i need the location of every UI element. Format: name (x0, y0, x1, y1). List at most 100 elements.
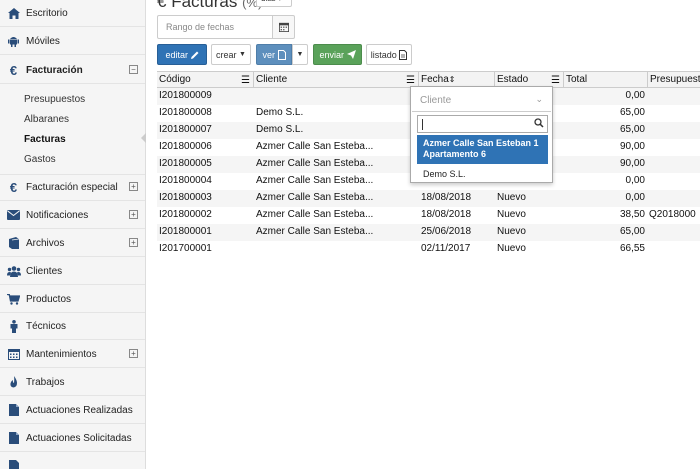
pencil-icon (190, 51, 199, 59)
column-menu-icon[interactable]: ☰ (551, 75, 560, 86)
sidebar-item-notificaciones[interactable]: Notificaciones + (0, 202, 145, 229)
document-icon (277, 49, 286, 60)
euro-icon: € (9, 62, 18, 78)
cell-cliente: Demo S.L. (256, 107, 304, 118)
expand-icon[interactable]: + (129, 238, 138, 247)
table-row[interactable]: I201800002 Azmer Calle San Esteba... 18/08… (157, 207, 700, 224)
cell-codigo: I201700001 (159, 243, 212, 254)
client-search-input[interactable] (417, 115, 548, 133)
cell-estado: Nuevo (497, 192, 526, 203)
cell-codigo: I201800001 (159, 226, 212, 237)
submenu-item-albaranes[interactable]: Albaranes (24, 114, 69, 125)
cell-codigo: I201800009 (159, 90, 212, 101)
cell-codigo: I201800005 (159, 158, 212, 169)
cell-codigo: I201800002 (159, 209, 212, 220)
cell-codigo: I201800006 (159, 141, 212, 152)
text-cursor (422, 119, 423, 130)
sort-icon[interactable]: ⇕ (449, 75, 456, 84)
sidebar-item-archivos[interactable]: Archivos + (0, 230, 145, 257)
column-header-presupuesto[interactable]: Presupuesto (648, 72, 700, 89)
column-header-codigo[interactable]: Código ☰ (157, 72, 254, 89)
cell-cliente: Azmer Calle San Esteba... (256, 175, 374, 186)
cell-cliente: Azmer Calle San Esteba... (256, 226, 374, 237)
column-header-cliente[interactable]: Cliente ☰ (254, 72, 419, 89)
cell-total: 65,00 (619, 107, 645, 118)
view-button[interactable]: ver (256, 44, 292, 65)
home-icon (0, 7, 22, 19)
document-icon (399, 49, 408, 60)
cell-total: 66,55 (619, 243, 645, 254)
sidebar: Escritorio Móviles € Facturación − Presu… (0, 0, 146, 469)
page-title: € Facturas (%) (157, 0, 262, 12)
submenu-item-facturas[interactable]: Facturas (24, 134, 66, 145)
expand-icon[interactable]: + (129, 182, 138, 191)
cell-cliente: Azmer Calle San Esteba... (256, 209, 374, 220)
book-icon (0, 237, 22, 249)
column-menu-icon[interactable]: ☰ (241, 75, 250, 86)
client-filter-dropdown: Cliente ⌄ Azmer Calle San Esteban 1 Apar… (410, 86, 553, 183)
expand-icon[interactable]: + (129, 349, 138, 358)
sidebar-item-facturacion-especial[interactable]: € Facturación especial + (0, 174, 145, 201)
cell-codigo: I201800004 (159, 175, 212, 186)
submenu-item-presupuestos[interactable]: Presupuestos (24, 94, 85, 105)
sidebar-item-actuaciones-realizadas[interactable]: Actuaciones Realizadas (0, 397, 145, 424)
cell-fecha: 18/08/2018 (421, 192, 472, 203)
client-option-demo[interactable]: Demo S.L. (417, 166, 548, 181)
document-icon (0, 460, 22, 469)
sidebar-item-productos[interactable]: Productos (0, 286, 145, 313)
calendar-button[interactable] (272, 15, 295, 39)
cell-total: 0,00 (625, 90, 645, 101)
cell-total: 90,00 (619, 141, 645, 152)
document-icon (0, 404, 22, 416)
sidebar-item-clientes[interactable]: Clientes (0, 258, 145, 285)
sidebar-item-mantenimientos[interactable]: Mantenimientos + (0, 341, 145, 368)
column-menu-icon[interactable]: ☰ (406, 75, 415, 86)
cell-total: 0,00 (625, 175, 645, 186)
cell-estado: Nuevo (497, 226, 526, 237)
cell-codigo: I201800007 (159, 124, 212, 135)
create-dropdown[interactable]: crear ▼ (211, 44, 251, 65)
edit-button[interactable]: editar (157, 44, 207, 65)
calendar-icon (278, 22, 289, 32)
cell-cliente: Demo S.L. (256, 124, 304, 135)
client-filter-select[interactable]: Cliente ⌄ (412, 88, 551, 112)
view-dropdown-toggle[interactable]: ▼ (292, 44, 308, 65)
android-icon (0, 35, 22, 47)
calendar-icon (0, 348, 22, 360)
submenu-item-gastos[interactable]: Gastos (24, 154, 56, 165)
caret-down-icon: ▼ (296, 51, 304, 58)
paper-plane-icon (346, 50, 356, 59)
column-header-total[interactable]: Total (564, 72, 648, 89)
date-range-input[interactable]: Rango de fechas (157, 15, 273, 39)
cell-fecha: 18/08/2018 (421, 209, 472, 220)
days-dropdown[interactable]: dias ▾ (256, 0, 292, 7)
cell-fecha: 25/06/2018 (421, 226, 472, 237)
sidebar-item-actuaciones-solicitadas[interactable]: Actuaciones Solicitadas (0, 425, 145, 452)
sidebar-item-escritorio[interactable]: Escritorio (0, 0, 145, 27)
cell-cliente: Azmer Calle San Esteba... (256, 141, 374, 152)
person-icon (0, 319, 22, 333)
expand-icon[interactable]: + (129, 210, 138, 219)
sidebar-item-more[interactable] (0, 453, 145, 469)
sidebar-item-moviles[interactable]: Móviles (0, 28, 145, 55)
sidebar-item-tecnicos[interactable]: Técnicos (0, 313, 145, 340)
client-option-azmer[interactable]: Azmer Calle San Esteban 1 Apartamento 6 (417, 135, 548, 164)
collapse-icon[interactable]: − (129, 65, 138, 74)
sidebar-item-trabajos[interactable]: Trabajos (0, 369, 145, 396)
cart-icon (0, 293, 22, 305)
cell-total: 0,00 (625, 192, 645, 203)
envelope-icon (0, 210, 22, 220)
table-row[interactable]: I201800001 Azmer Calle San Esteba... 25/06… (157, 224, 700, 241)
sidebar-item-facturacion[interactable]: € Facturación − (0, 57, 145, 84)
send-button[interactable]: enviar (313, 44, 362, 65)
table-row[interactable]: I201800003 Azmer Calle San Esteba... 18/08… (157, 190, 700, 207)
caret-down-icon: ▼ (239, 51, 246, 58)
table-row[interactable]: I201700001 02/11/2017 Nuevo 66,55 (157, 241, 700, 258)
list-button[interactable]: listado (366, 44, 412, 65)
euro-icon: € (9, 179, 18, 195)
cell-total: 90,00 (619, 158, 645, 169)
cell-codigo: I201800003 (159, 192, 212, 203)
cell-cliente: Azmer Calle San Esteba... (256, 158, 374, 169)
cell-codigo: I201800008 (159, 107, 212, 118)
cell-cliente: Azmer Calle San Esteba... (256, 192, 374, 203)
